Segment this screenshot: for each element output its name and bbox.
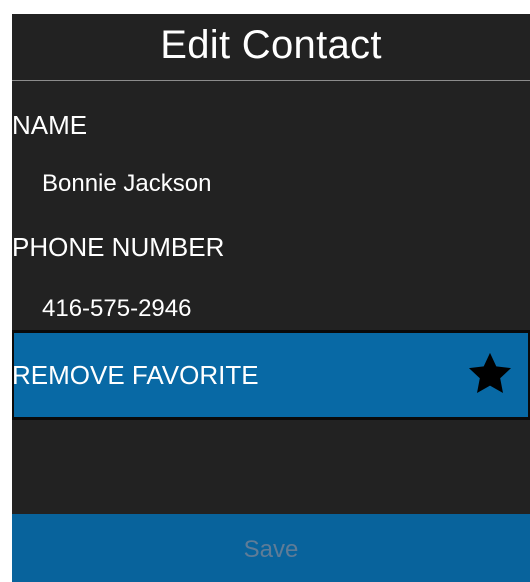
name-label: NAME — [12, 110, 88, 140]
save-button[interactable]: Save — [12, 514, 530, 582]
title-bar: Edit Contact — [12, 14, 530, 81]
remove-favorite-button-inner[interactable]: REMOVE FAVORITE — [12, 333, 528, 417]
phone-number-field[interactable]: 416-575-2946 — [42, 297, 191, 321]
page-title: Edit Contact — [160, 23, 382, 67]
edit-contact-screen: Edit Contact NAME Bonnie Jackson PHONE N… — [12, 14, 530, 582]
remove-favorite-button[interactable]: REMOVE FAVORITE — [12, 330, 530, 420]
phone-number-label: PHONE NUMBER — [12, 232, 225, 262]
name-field[interactable]: Bonnie Jackson — [42, 172, 211, 196]
star-icon — [468, 352, 512, 393]
device-frame: Edit Contact NAME Bonnie Jackson PHONE N… — [0, 0, 530, 582]
remove-favorite-label: REMOVE FAVORITE — [12, 360, 259, 390]
save-button-label: Save — [243, 536, 299, 563]
